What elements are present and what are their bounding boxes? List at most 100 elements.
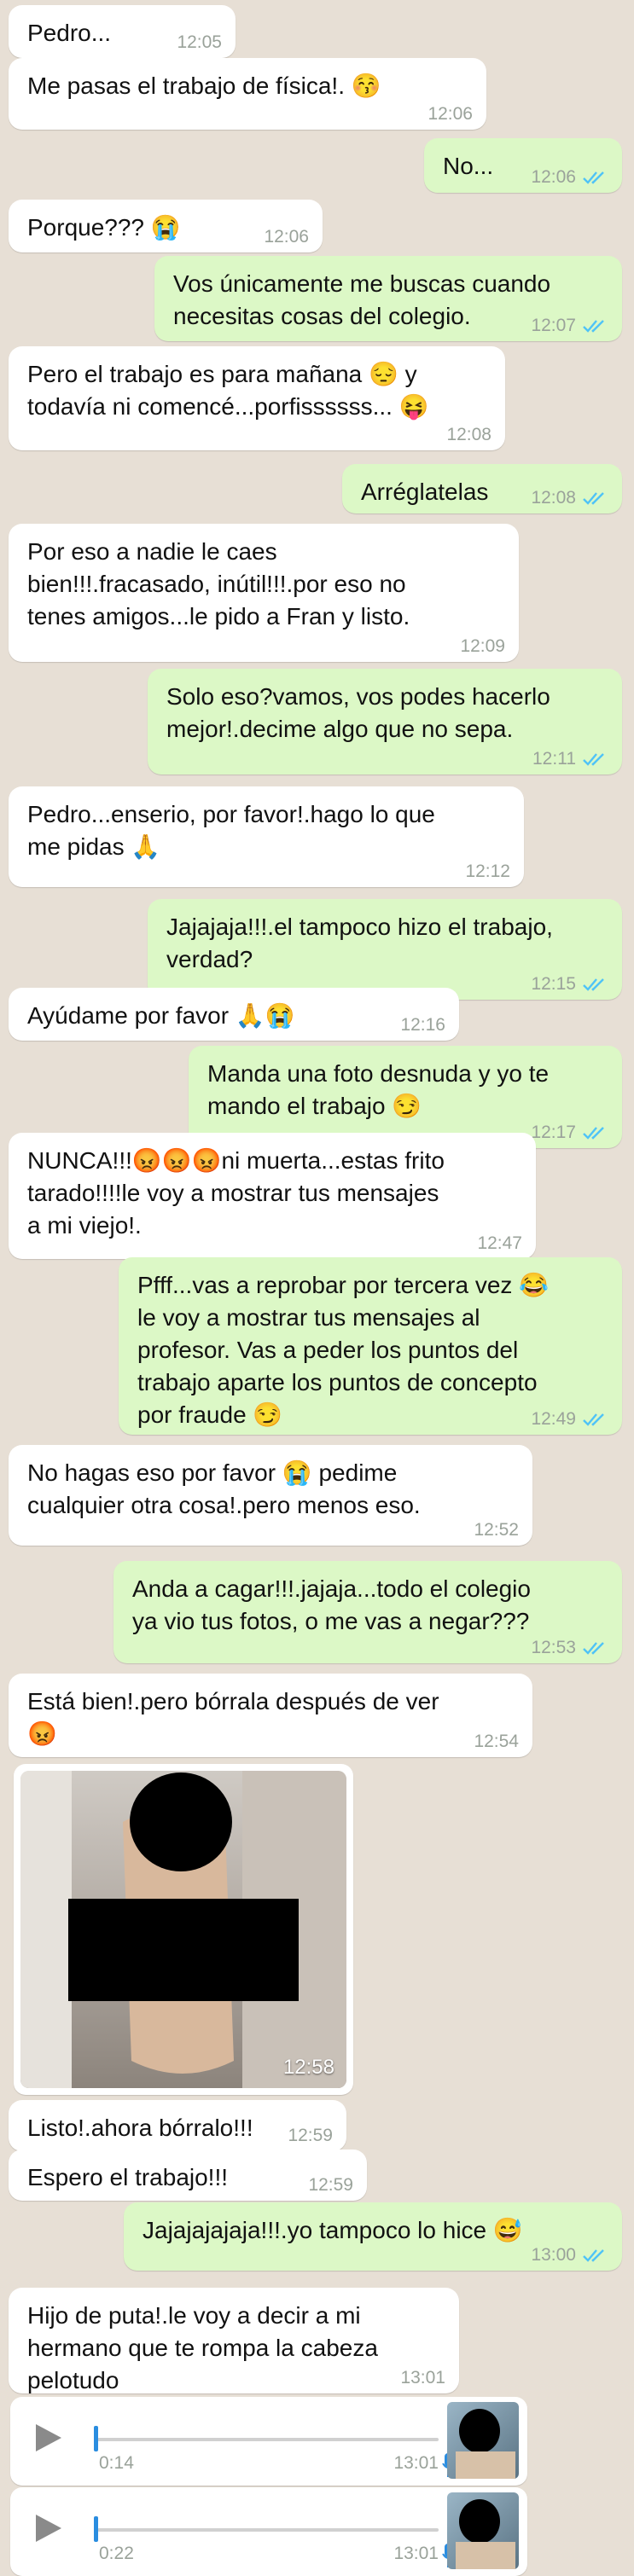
play-icon[interactable] (31, 2511, 65, 2545)
avatar (447, 2492, 519, 2569)
voice-progress-track[interactable] (97, 2438, 439, 2441)
message-bubble[interactable]: Solo eso?vamos, vos podes hacerlo mejor!… (148, 669, 622, 775)
chat-thread[interactable]: Pedro... 12:05 Me pasas el trabajo de fí… (0, 0, 634, 2576)
message-bubble[interactable]: Hijo de puta!.le voy a decir a mi herman… (9, 2288, 459, 2393)
message-bubble[interactable]: Jajajajajaja!!!.yo tampoco lo hice 😅 13:… (124, 2202, 622, 2271)
message-bubble[interactable]: Está bien!.pero bórrala después de ver 😡… (9, 1674, 532, 1757)
message-time: 12:53 (531, 1638, 576, 1657)
message-meta: 12:06 (531, 167, 608, 188)
message-time: 13:01 (400, 2368, 445, 2387)
message-time: 12:09 (460, 636, 505, 656)
message-bubble[interactable]: Pero el trabajo es para mañana 😔 y todav… (9, 346, 505, 450)
message-time: 12:06 (428, 104, 473, 124)
message-bubble[interactable]: Me pasas el trabajo de física!. 😚 12:06 (9, 58, 486, 130)
message-text: Porque??? 😭 (27, 214, 181, 241)
message-text: Solo eso?vamos, vos podes hacerlo mejor!… (166, 683, 550, 742)
message-text: Espero el trabajo!!! (27, 2164, 229, 2190)
message-meta: 12:15 (531, 974, 608, 995)
voice-progress-handle[interactable] (94, 2426, 98, 2451)
message-text: NUNCA!!!😡😡😡ni muerta...estas frito tarad… (27, 1147, 445, 1239)
message-time: 12:06 (531, 167, 576, 187)
message-time: 12:17 (531, 1123, 576, 1142)
read-ticks-icon (583, 753, 604, 766)
photo-placeholder (20, 1771, 346, 2088)
message-bubble[interactable]: Pfff...vas a reprobar por tercera vez 😂 … (119, 1257, 622, 1435)
voice-progress-track[interactable] (97, 2528, 439, 2532)
message-bubble[interactable]: Espero el trabajo!!! 12:59 (9, 2150, 367, 2201)
message-time: 12:59 (288, 2126, 333, 2145)
message-bubble[interactable]: No hagas eso por favor 😭 pedime cualquie… (9, 1445, 532, 1546)
message-text: Manda una foto desnuda y yo te mando el … (207, 1060, 550, 1119)
message-meta: 13:00 (531, 2245, 608, 2266)
message-meta: 12:54 (474, 1732, 519, 1752)
message-meta: 12:17 (531, 1123, 608, 1143)
avatar (447, 2402, 519, 2479)
message-bubble[interactable]: Arréglatelas 12:08 (342, 464, 622, 513)
message-time: 12:47 (477, 1233, 522, 1253)
message-bubble[interactable]: Anda a cagar!!!.jajaja...todo el colegio… (113, 1561, 622, 1663)
message-text: Ayúdame por favor 🙏😭 (27, 1002, 295, 1029)
message-meta: 12:08 (531, 488, 608, 508)
message-meta: 12:08 (446, 425, 491, 445)
message-text: Está bien!.pero bórrala después de ver 😡 (27, 1688, 439, 1747)
message-meta: 12:59 (288, 2126, 333, 2146)
photo-time: 12:58 (282, 2056, 334, 2079)
message-meta: 12:05 (177, 32, 222, 53)
message-meta: 12:06 (264, 227, 309, 247)
message-meta: 12:09 (460, 636, 505, 657)
message-bubble[interactable]: NUNCA!!!😡😡😡ni muerta...estas frito tarad… (9, 1133, 536, 1259)
message-bubble[interactable]: Pedro... 12:05 (9, 5, 236, 58)
voice-note[interactable]: 0:14 13:01 (10, 2397, 527, 2486)
message-time: 12:08 (446, 425, 491, 444)
message-time: 12:06 (264, 227, 309, 247)
message-text: Pedro...enserio, por favor!.hago lo que … (27, 801, 435, 860)
message-bubble[interactable]: Jajajaja!!!.el tampoco hizo el trabajo, … (148, 899, 622, 1000)
message-text: Pero el trabajo es para mañana 😔 y todav… (27, 361, 429, 420)
message-meta: 12:47 (477, 1233, 522, 1254)
read-ticks-icon (583, 978, 604, 991)
message-bubble[interactable]: No... 12:06 (424, 138, 622, 193)
message-meta: 12:06 (428, 104, 473, 125)
message-text: Hijo de puta!.le voy a decir a mi herman… (27, 2302, 378, 2393)
message-meta: 12:07 (531, 316, 608, 336)
voice-note[interactable]: 0:22 13:01 (10, 2487, 527, 2576)
message-meta: 12:12 (465, 862, 510, 882)
message-time: 12:05 (177, 32, 222, 52)
message-bubble[interactable]: Listo!.ahora bórralo!!! 12:59 (9, 2100, 346, 2151)
message-text: No hagas eso por favor 😭 pedime cualquie… (27, 1459, 421, 1518)
message-time: 12:11 (532, 749, 576, 769)
message-meta: 13:01 (400, 2368, 445, 2388)
message-time: 12:52 (474, 1520, 519, 1540)
photo-image: 12:58 (20, 1771, 346, 2088)
message-time: 13:00 (531, 2245, 576, 2265)
message-text: Jajajaja!!!.el tampoco hizo el trabajo, … (166, 914, 553, 972)
message-time: 12:16 (400, 1015, 445, 1035)
voice-progress-handle[interactable] (94, 2516, 98, 2542)
message-meta: 12:53 (531, 1638, 608, 1658)
message-bubble[interactable]: Porque??? 😭 12:06 (9, 200, 323, 252)
message-time: 12:12 (465, 862, 510, 881)
message-meta: 12:11 (532, 749, 608, 769)
read-ticks-icon (583, 1642, 604, 1655)
message-bubble[interactable]: Por eso a nadie le caes bien!!!.fracasad… (9, 524, 519, 662)
message-time: 12:49 (531, 1409, 576, 1429)
message-text: Me pasas el trabajo de física!. 😚 (27, 73, 381, 99)
read-ticks-icon (583, 320, 604, 333)
message-meta: 12:16 (400, 1015, 445, 1036)
read-ticks-icon (583, 1413, 604, 1426)
message-time: 12:54 (474, 1732, 519, 1751)
photo-message[interactable]: 12:58 (14, 1764, 353, 2095)
message-bubble[interactable]: Vos únicamente me buscas cuando necesita… (154, 256, 622, 341)
message-meta: 12:59 (308, 2175, 353, 2196)
play-icon[interactable] (31, 2421, 65, 2455)
voice-time: 13:01 (393, 2544, 439, 2563)
message-bubble[interactable]: Ayúdame por favor 🙏😭 12:16 (9, 988, 459, 1041)
message-bubble[interactable]: Pedro...enserio, por favor!.hago lo que … (9, 786, 524, 887)
message-time: 12:15 (531, 974, 576, 994)
voice-duration: 0:22 (99, 2544, 134, 2563)
message-time: 12:08 (531, 488, 576, 508)
voice-duration: 0:14 (99, 2453, 134, 2473)
read-ticks-icon (583, 492, 604, 505)
message-time: 12:59 (308, 2175, 353, 2195)
message-text: Pfff...vas a reprobar por tercera vez 😂 … (137, 1272, 550, 1428)
